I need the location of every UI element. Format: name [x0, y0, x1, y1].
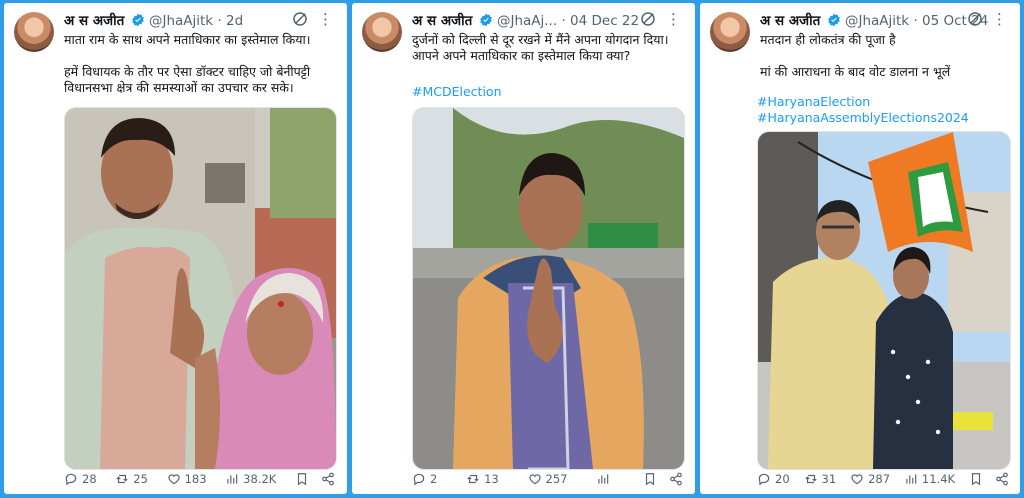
bookmark-icon[interactable]	[295, 472, 309, 486]
views-button[interactable]: 38.2K	[225, 472, 276, 486]
like-count: 183	[184, 472, 207, 486]
reply-icon	[413, 473, 425, 486]
tweet-actions: 2 13 257	[412, 470, 683, 488]
views-icon	[906, 474, 917, 484]
author-name[interactable]: अ स अजीत	[760, 13, 820, 29]
hashtag-link[interactable]: #HaryanaAssemblyElections2024	[757, 110, 969, 126]
grok-icon[interactable]	[291, 10, 309, 28]
tweet-actions: 28 25 183 38.2K	[64, 470, 335, 488]
tweet-text: दुर्जनों को दिल्ली से दूर रखने में मैंने…	[412, 32, 669, 63]
photo-voters-3	[758, 132, 1010, 469]
views-button[interactable]	[596, 472, 614, 486]
reply-button[interactable]: 2	[412, 472, 437, 486]
tweet-text: मतदान ही लोकतंत्र की पूजा है मां की आराध…	[760, 32, 951, 79]
avatar[interactable]	[362, 12, 402, 52]
views-button[interactable]: 11.4K	[904, 472, 955, 486]
tweet-text: माता राम के साथ अपने मताधिकार का इस्तेमा…	[64, 32, 311, 95]
tweet-photo[interactable]	[412, 107, 685, 470]
reply-count: 28	[82, 472, 97, 486]
repost-icon	[804, 474, 817, 484]
more-options-icon[interactable]: ⋮	[666, 10, 681, 28]
reply-button[interactable]: 28	[64, 472, 97, 486]
heart-icon	[167, 474, 180, 485]
share-icon[interactable]	[669, 472, 683, 486]
avatar[interactable]	[710, 12, 750, 52]
tweet-card-3[interactable]: अ स अजीत @JhaAjitk · 05 Oct 24 ⋮ मतदान ह…	[700, 3, 1020, 494]
avatar[interactable]	[14, 12, 54, 52]
heart-icon	[851, 474, 863, 485]
author-handle[interactable]: @JhaAj...	[497, 13, 557, 29]
like-count: 257	[545, 472, 568, 486]
grok-icon[interactable]	[639, 10, 657, 28]
tweet-photo[interactable]	[64, 107, 337, 470]
repost-icon	[467, 474, 479, 484]
tweet-card-2[interactable]: अ स अजीत @JhaAj... · 04 Dec 22 ⋮ दुर्जनो…	[352, 3, 695, 494]
tweet-actions: 20 31 287 11.4K	[757, 470, 1009, 488]
verified-badge-icon	[479, 13, 492, 27]
more-options-icon[interactable]: ⋮	[318, 10, 333, 28]
repost-button[interactable]: 13	[466, 472, 499, 486]
tweet-photo[interactable]	[757, 131, 1011, 470]
verified-badge-icon	[827, 13, 840, 27]
photo-voters-1	[65, 108, 336, 469]
repost-button[interactable]: 25	[115, 472, 148, 486]
tweet-card-1[interactable]: अ स अजीत @JhaAjitk · 2d ⋮ माता राम के सा…	[4, 3, 347, 494]
share-icon[interactable]	[321, 472, 335, 486]
author-name[interactable]: अ स अजीत	[64, 13, 124, 29]
reply-icon	[758, 473, 770, 486]
tweet-date[interactable]: 2d	[226, 13, 243, 29]
views-icon	[598, 474, 609, 484]
grok-icon[interactable]	[966, 10, 984, 28]
repost-count: 25	[133, 472, 148, 486]
tweet-date[interactable]: 04 Dec 22	[570, 13, 639, 29]
hashtag-link[interactable]: #MCDElection	[412, 84, 502, 100]
more-options-icon[interactable]: ⋮	[992, 10, 1007, 28]
repost-icon	[116, 474, 128, 484]
reply-count: 2	[430, 472, 438, 486]
share-icon[interactable]	[995, 472, 1009, 486]
heart-icon	[528, 474, 541, 485]
view-count: 11.4K	[921, 472, 956, 486]
views-icon	[227, 474, 238, 484]
author-handle[interactable]: @JhaAjitk	[845, 13, 909, 29]
repost-button[interactable]: 31	[804, 472, 837, 486]
author-handle[interactable]: @JhaAjitk	[149, 13, 213, 29]
reply-icon	[65, 473, 77, 486]
verified-badge-icon	[131, 13, 144, 27]
photo-voter-2	[413, 108, 684, 469]
author-name[interactable]: अ स अजीत	[412, 13, 472, 29]
bookmark-icon[interactable]	[643, 472, 657, 486]
repost-count: 31	[821, 472, 837, 486]
repost-count: 13	[484, 472, 499, 486]
like-button[interactable]: 257	[528, 472, 568, 486]
bookmark-icon[interactable]	[969, 472, 983, 486]
reply-button[interactable]: 20	[757, 472, 790, 486]
reply-count: 20	[775, 472, 790, 486]
like-button[interactable]: 287	[850, 472, 890, 486]
like-count: 287	[868, 472, 891, 486]
like-button[interactable]: 183	[167, 472, 207, 486]
view-count: 38.2K	[243, 472, 277, 486]
hashtag-link[interactable]: #HaryanaElection	[757, 94, 870, 110]
